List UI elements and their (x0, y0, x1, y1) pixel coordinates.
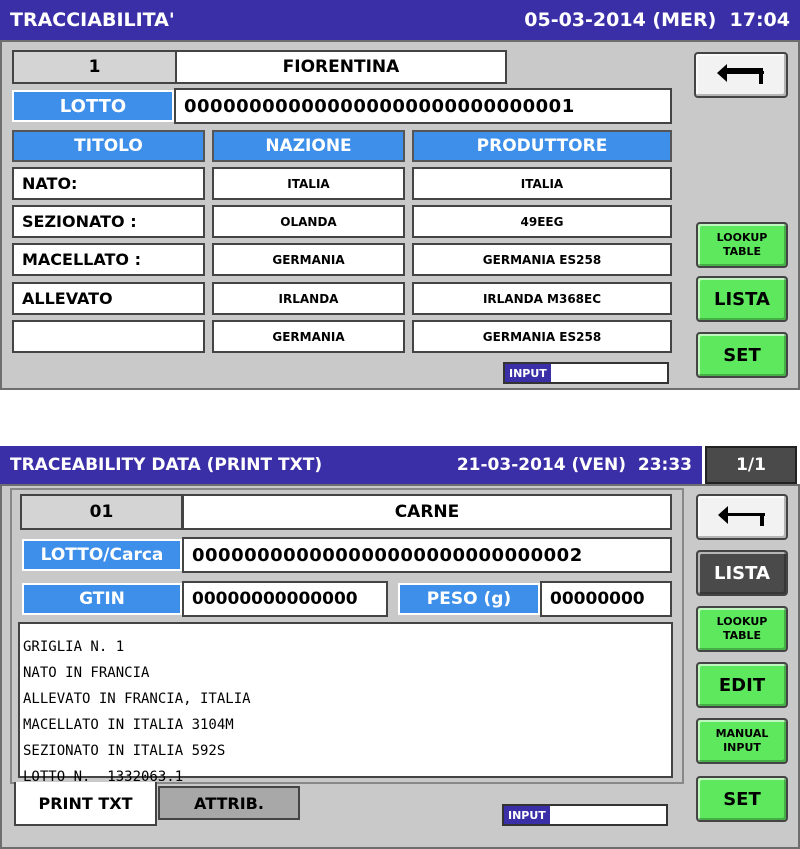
bottom-set-button[interactable]: SET (696, 776, 788, 822)
col-header-nazione: NAZIONE (212, 130, 405, 162)
row-nazione-4[interactable]: IRLANDA (212, 282, 405, 315)
row-produttore-2[interactable]: 49EEG (412, 205, 672, 238)
bottom-lookup-table-button[interactable]: LOOKUP TABLE (696, 606, 788, 652)
top-lookup-table-button[interactable]: LOOKUP TABLE (696, 222, 788, 268)
col-header-produttore: PRODUTTORE (412, 130, 672, 162)
bottom-input-indicator: INPUT (502, 804, 668, 826)
row-produttore-3[interactable]: GERMANIA ES258 (412, 243, 672, 276)
bottom-lotto-field[interactable]: 000000000000000000000000000002 (182, 537, 672, 573)
peso-field[interactable]: 00000000 (540, 581, 672, 617)
row-titolo-2[interactable]: SEZIONATO : (12, 205, 205, 238)
return-arrow-icon (717, 64, 764, 84)
bottom-record-name[interactable]: CARNE (182, 494, 672, 530)
print-line: ALLEVATO IN FRANCIA, ITALIA (23, 691, 251, 707)
print-line: NATO IN FRANCIA (23, 665, 150, 681)
top-record-name[interactable]: FIORENTINA (175, 50, 507, 84)
top-lotto-label: LOTTO (12, 90, 174, 122)
row-produttore-1[interactable]: ITALIA (412, 167, 672, 200)
tab-print-txt[interactable]: PRINT TXT (14, 782, 157, 826)
bottom-back-button[interactable] (696, 494, 788, 540)
bottom-lista-button[interactable]: LISTA (696, 550, 788, 596)
bottom-manual-input-button[interactable]: MANUAL INPUT (696, 718, 788, 764)
row-titolo-5[interactable] (12, 320, 205, 353)
top-record-number: 1 (12, 50, 177, 84)
top-title-bar: TRACCIABILITA' 05-03-2014 (MER) 17:04 (0, 0, 800, 40)
row-nazione-2[interactable]: OLANDA (212, 205, 405, 238)
top-set-button[interactable]: SET (696, 332, 788, 378)
top-back-button[interactable] (694, 52, 788, 98)
row-titolo-4[interactable]: ALLEVATO (12, 282, 205, 315)
top-input-indicator: INPUT (503, 362, 669, 384)
print-line: MACELLATO IN ITALIA 3104M (23, 717, 234, 733)
gtin-field[interactable]: 00000000000000 (182, 581, 388, 617)
row-produttore-4[interactable]: IRLANDA M368EC (412, 282, 672, 315)
page-indicator: 1/1 (705, 446, 797, 484)
top-screen-title: TRACCIABILITA' (10, 9, 175, 31)
row-nazione-5[interactable]: GERMANIA (212, 320, 405, 353)
gtin-label: GTIN (22, 583, 182, 615)
row-nazione-1[interactable]: ITALIA (212, 167, 405, 200)
row-titolo-1[interactable]: NATO: (12, 167, 205, 200)
row-produttore-5[interactable]: GERMANIA ES258 (412, 320, 672, 353)
print-text-area[interactable]: GRIGLIA N. 1 NATO IN FRANCIA ALLEVATO IN… (18, 622, 673, 784)
return-arrow-icon (718, 506, 765, 526)
bottom-lotto-label: LOTTO/Carca (22, 539, 182, 571)
row-titolo-3[interactable]: MACELLATO : (12, 243, 205, 276)
peso-label: PESO (g) (398, 583, 540, 615)
print-line: SEZIONATO IN ITALIA 592S (23, 743, 226, 759)
bottom-record-number: 01 (20, 494, 183, 530)
bottom-edit-button[interactable]: EDIT (696, 662, 788, 708)
bottom-title-bar: TRACEABILITY DATA (PRINT TXT) 21-03-2014… (0, 446, 702, 484)
row-nazione-3[interactable]: GERMANIA (212, 243, 405, 276)
top-datetime: 05-03-2014 (MER) 17:04 (524, 9, 790, 31)
top-lista-button[interactable]: LISTA (696, 276, 788, 322)
col-header-titolo: TITOLO (12, 130, 205, 162)
bottom-screen-title: TRACEABILITY DATA (PRINT TXT) (10, 455, 323, 475)
top-lotto-field[interactable]: 000000000000000000000000000001 (174, 88, 672, 124)
bottom-datetime: 21-03-2014 (VEN) 23:33 (456, 455, 692, 475)
print-line: GRIGLIA N. 1 (23, 639, 125, 655)
tab-attrib[interactable]: ATTRIB. (158, 786, 300, 820)
